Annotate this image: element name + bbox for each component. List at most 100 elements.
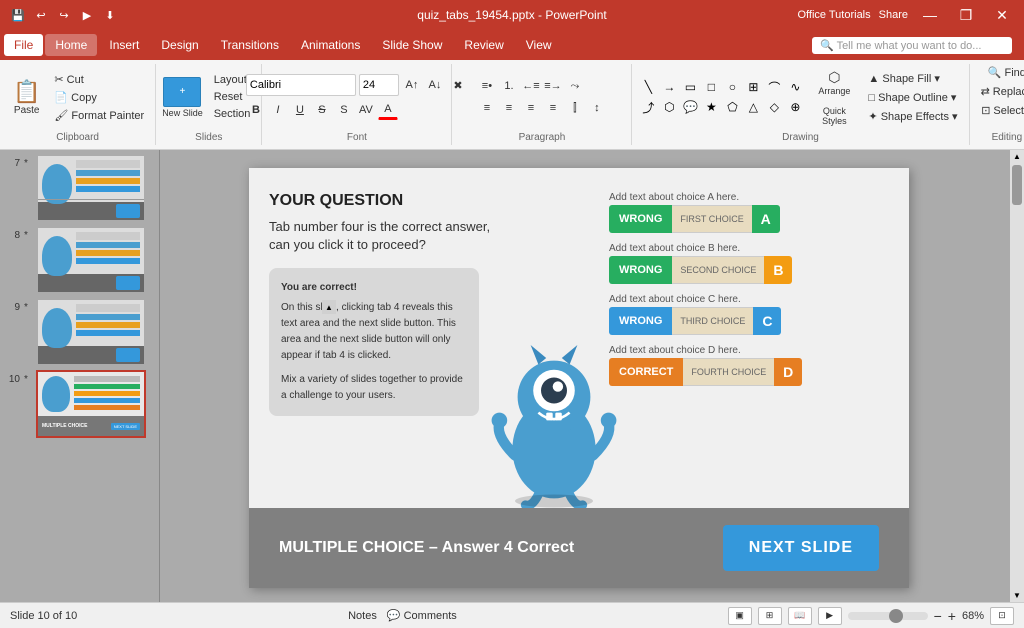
shape-line-button[interactable]: ╲ bbox=[638, 78, 658, 96]
underline-button[interactable]: U bbox=[290, 100, 310, 120]
reading-view-button[interactable]: 📖 bbox=[788, 607, 812, 625]
choice-b-button[interactable]: WRONG SECOND CHOICE B bbox=[609, 256, 889, 284]
menu-view[interactable]: View bbox=[516, 34, 562, 56]
shape-callout-button[interactable]: 💬 bbox=[680, 98, 700, 116]
shape-extra-button[interactable]: ⊕ bbox=[785, 98, 805, 116]
decrease-font-button[interactable]: A↓ bbox=[425, 75, 445, 95]
slide-sorter-button[interactable]: ⊞ bbox=[758, 607, 782, 625]
justify-button[interactable]: ≡ bbox=[543, 98, 563, 118]
normal-view-button[interactable]: ▣ bbox=[728, 607, 752, 625]
choice-c-letter: C bbox=[753, 307, 781, 335]
menu-review[interactable]: Review bbox=[454, 34, 513, 56]
minimize-button[interactable]: — bbox=[916, 5, 944, 25]
scroll-down-arrow[interactable]: ▼ bbox=[1013, 591, 1021, 600]
menu-home[interactable]: Home bbox=[45, 34, 97, 56]
shape-more-button[interactable]: ⊞ bbox=[743, 78, 763, 96]
align-center-button[interactable]: ≡ bbox=[499, 98, 519, 118]
menu-animations[interactable]: Animations bbox=[291, 34, 370, 56]
numbering-button[interactable]: 1. bbox=[499, 76, 519, 96]
font-family-selector[interactable] bbox=[246, 74, 356, 96]
shape-fill-button[interactable]: ▲ Shape Fill ▾ bbox=[863, 70, 962, 87]
format-painter-button[interactable]: 🖌 Format Painter bbox=[49, 107, 149, 124]
notes-button[interactable]: Notes bbox=[348, 610, 377, 622]
replace-button[interactable]: ⇄ Replace bbox=[976, 83, 1024, 100]
choice-c-button[interactable]: WRONG THIRD CHOICE C bbox=[609, 307, 889, 335]
slide-thumbnail-9[interactable]: 9 * bbox=[4, 298, 155, 366]
comments-button[interactable]: 💬 Comments bbox=[387, 609, 457, 622]
shape-arrow-button[interactable]: → bbox=[659, 78, 679, 96]
strikethrough-button[interactable]: S bbox=[312, 100, 332, 120]
select-button[interactable]: ⊡ Select ▾ bbox=[976, 102, 1024, 119]
shape-rect2-button[interactable]: □ bbox=[701, 78, 721, 96]
increase-font-button[interactable]: A↑ bbox=[402, 75, 422, 95]
shape-effects-button[interactable]: ✦ Shape Effects ▾ bbox=[863, 108, 962, 125]
shape-freeform-button[interactable]: ∿ bbox=[785, 78, 805, 96]
shape-star-button[interactable]: ★ bbox=[701, 98, 721, 116]
close-button[interactable]: ✕ bbox=[988, 5, 1016, 25]
paste-button[interactable]: 📋 Paste bbox=[6, 74, 47, 121]
choice-a-button[interactable]: WRONG FIRST CHOICE A bbox=[609, 205, 889, 233]
zoom-out-button[interactable]: − bbox=[934, 608, 942, 624]
menu-slideshow[interactable]: Slide Show bbox=[372, 34, 452, 56]
decrease-indent-button[interactable]: ←≡ bbox=[521, 76, 541, 96]
share-button[interactable]: Share bbox=[879, 9, 908, 21]
shape-rect-button[interactable]: ▭ bbox=[680, 78, 700, 96]
increase-indent-button[interactable]: ≡→ bbox=[543, 76, 563, 96]
menu-insert[interactable]: Insert bbox=[99, 34, 149, 56]
right-scrollbar[interactable]: ▲ ▼ bbox=[1010, 150, 1024, 602]
shape-diamond-button[interactable]: ◇ bbox=[764, 98, 784, 116]
line-spacing-button[interactable]: ↕ bbox=[587, 98, 607, 118]
copy-button[interactable]: 📄 Copy bbox=[49, 89, 149, 106]
font-size-input[interactable] bbox=[359, 74, 399, 96]
align-right-button[interactable]: ≡ bbox=[521, 98, 541, 118]
slideshow-view-button[interactable]: ▶ bbox=[818, 607, 842, 625]
clipboard-label: Clipboard bbox=[56, 130, 99, 145]
present-icon[interactable]: ▶ bbox=[77, 5, 97, 25]
find-button[interactable]: 🔍 Find bbox=[983, 64, 1024, 81]
choice-c-label: Add text about choice C here. bbox=[609, 294, 889, 305]
shape-triangle-button[interactable]: △ bbox=[743, 98, 763, 116]
more-icon[interactable]: ⬇ bbox=[100, 5, 120, 25]
zoom-in-button[interactable]: + bbox=[948, 608, 956, 624]
new-slide-button[interactable]: + bbox=[163, 77, 201, 107]
smartart-button[interactable]: ⤳ bbox=[565, 76, 585, 96]
menu-transitions[interactable]: Transitions bbox=[211, 34, 289, 56]
shape-outline-button[interactable]: □ Shape Outline ▾ bbox=[863, 89, 962, 106]
shape-oval-button[interactable]: ○ bbox=[722, 78, 742, 96]
bold-button[interactable]: B bbox=[246, 100, 266, 120]
scroll-thumb[interactable] bbox=[1012, 165, 1022, 205]
help-input[interactable]: 🔍 Tell me what you want to do... bbox=[820, 39, 981, 52]
maximize-button[interactable]: ❐ bbox=[952, 5, 980, 25]
slide-thumbnail-8[interactable]: 8 * bbox=[4, 226, 155, 294]
save-icon[interactable]: 💾 bbox=[8, 5, 28, 25]
slides-label: Slides bbox=[195, 130, 222, 145]
shape-curve-button[interactable]: ⌒ bbox=[764, 78, 784, 96]
slide-thumbnail-10[interactable]: 10 * MULTIPLE CHOICE NEXT SLIDE bbox=[4, 370, 155, 438]
arrange-button[interactable]: ⬡ Arrange bbox=[809, 65, 859, 100]
next-slide-button[interactable]: NEXT SLIDE bbox=[723, 525, 879, 571]
zoom-thumb[interactable] bbox=[889, 609, 903, 623]
redo-icon[interactable]: ↪ bbox=[54, 5, 74, 25]
office-tutorials-link[interactable]: Office Tutorials bbox=[797, 9, 870, 21]
undo-icon[interactable]: ↩ bbox=[31, 5, 51, 25]
menu-file[interactable]: File bbox=[4, 34, 43, 56]
shadow-button[interactable]: S bbox=[334, 100, 354, 120]
scroll-up-button[interactable]: ▲ bbox=[322, 300, 336, 314]
italic-button[interactable]: I bbox=[268, 100, 288, 120]
spacing-button[interactable]: AV bbox=[356, 100, 376, 120]
columns-button[interactable]: ⫿ bbox=[565, 98, 585, 118]
zoom-slider[interactable] bbox=[848, 612, 928, 620]
shape-connector-button[interactable]: ⤴ bbox=[638, 98, 658, 116]
align-left-button[interactable]: ≡ bbox=[477, 98, 497, 118]
shape-chevron-button[interactable]: ⬡ bbox=[659, 98, 679, 116]
fit-slide-button[interactable]: ⊡ bbox=[990, 607, 1014, 625]
menu-design[interactable]: Design bbox=[151, 34, 208, 56]
scroll-up-arrow[interactable]: ▲ bbox=[1013, 152, 1021, 161]
font-color-button[interactable]: A bbox=[378, 100, 398, 120]
slide-thumbnail-7[interactable]: 7 * bbox=[4, 154, 155, 222]
quick-styles-button[interactable]: Quick Styles bbox=[809, 102, 859, 130]
cut-button[interactable]: ✂ Cut bbox=[49, 71, 149, 88]
bullets-button[interactable]: ≡• bbox=[477, 76, 497, 96]
choice-d-button[interactable]: CORRECT FOURTH CHOICE D bbox=[609, 358, 889, 386]
shape-pentagon-button[interactable]: ⬠ bbox=[722, 98, 742, 116]
